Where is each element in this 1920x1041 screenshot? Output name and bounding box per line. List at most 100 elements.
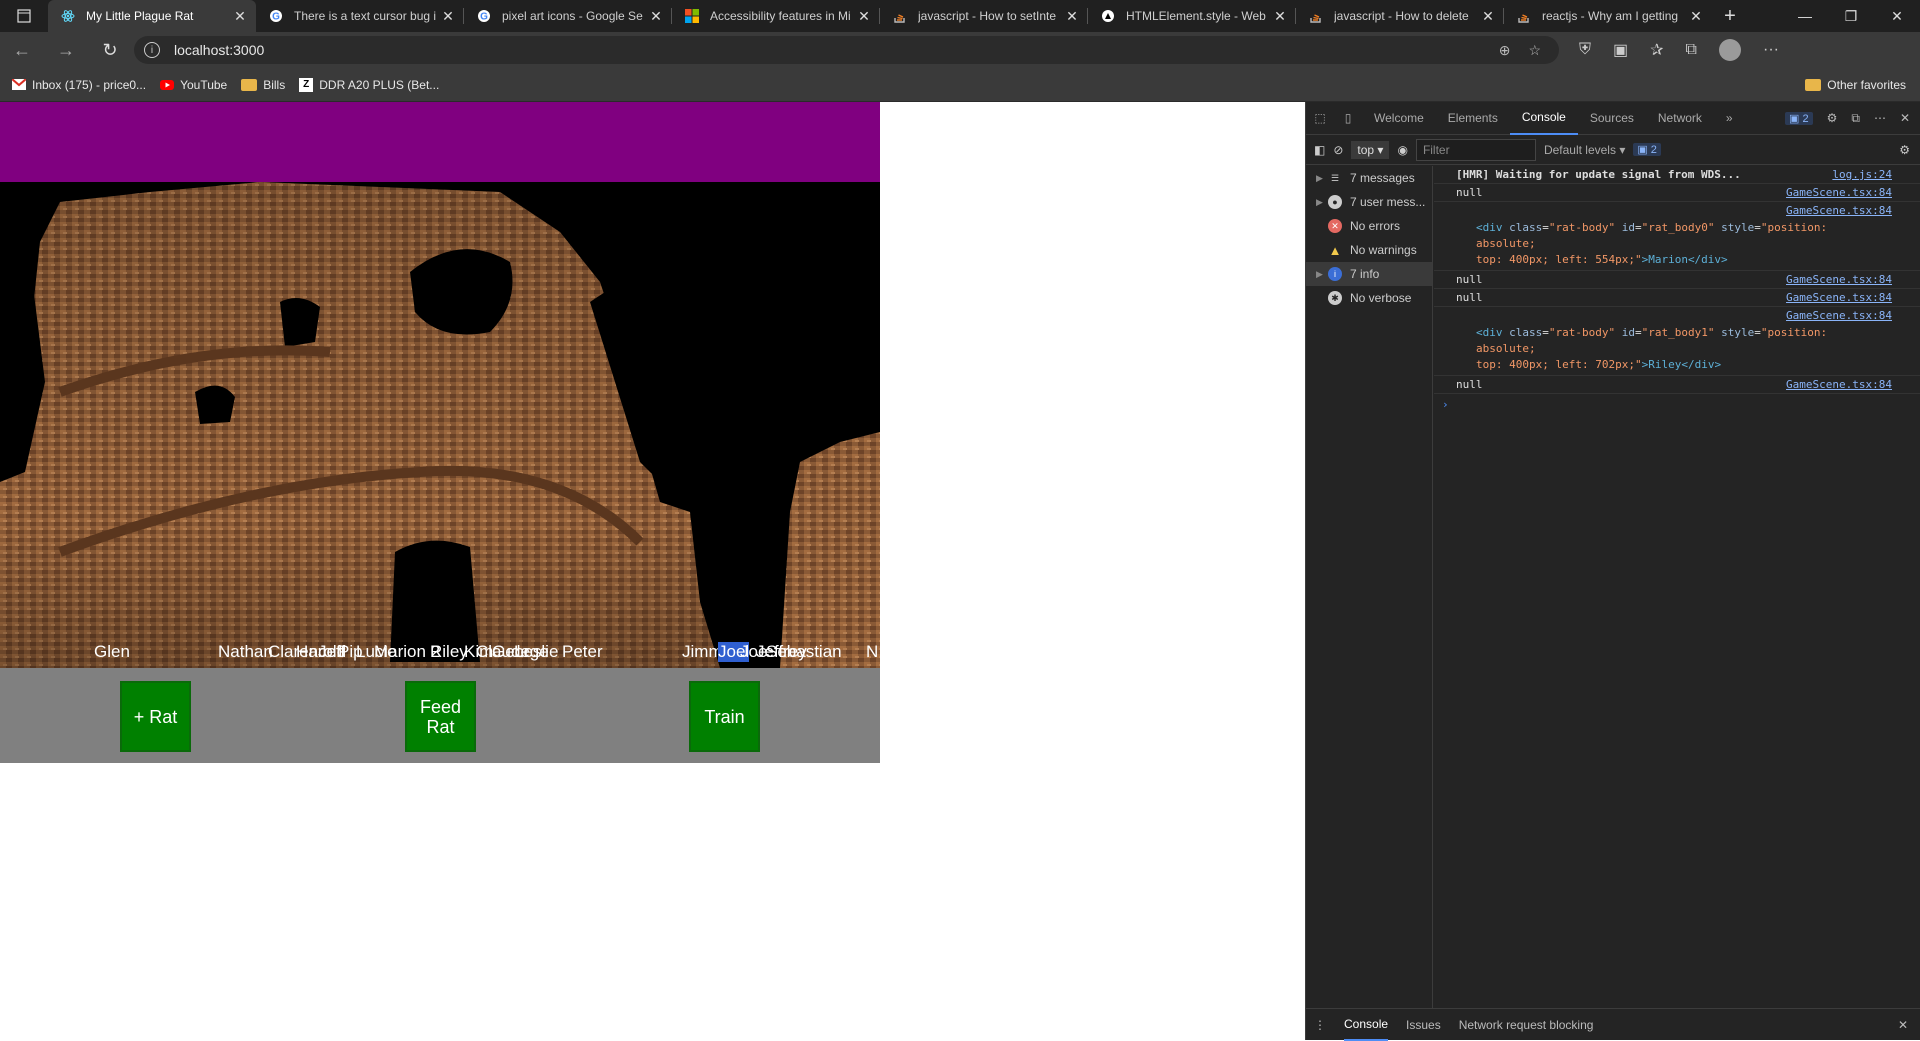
close-tab-icon[interactable]: ✕	[1480, 8, 1496, 25]
rat-name-label[interactable]: Nathan	[218, 642, 273, 662]
html-element-output[interactable]: <div class="rat-body" id="rat_body0" sty…	[1456, 220, 1892, 268]
refresh-button[interactable]: ↻	[88, 32, 132, 68]
rat-name-label[interactable]: Glen	[94, 642, 130, 662]
tab-elements[interactable]: Elements	[1436, 102, 1510, 135]
sidebar-item-info[interactable]: ▶ i 7 info	[1306, 262, 1432, 286]
rat-name-label[interactable]: Peter	[562, 642, 603, 662]
add-favorite-icon[interactable]: ☆	[1528, 42, 1541, 59]
sidebar-item-user-messages[interactable]: ▶ ● 7 user mess...	[1306, 190, 1432, 214]
sidebar-item-warnings[interactable]: ▲ No warnings	[1306, 238, 1432, 262]
add-rat-button[interactable]: + Rat	[120, 681, 191, 752]
tab-title: Accessibility features in Mi	[710, 9, 851, 23]
close-tab-icon[interactable]: ✕	[856, 8, 872, 25]
device-toolbar-icon[interactable]: ▯	[1334, 111, 1362, 125]
tab-network[interactable]: Network	[1646, 102, 1714, 135]
levels-dropdown[interactable]: Default levels ▾	[1544, 143, 1625, 157]
browser-tab[interactable]: reactjs - Why am I getting ✕	[1504, 0, 1712, 32]
more-menu-icon[interactable]: ···	[1763, 41, 1779, 59]
message-text: null	[1456, 291, 1483, 304]
close-tab-icon[interactable]: ✕	[1688, 8, 1704, 25]
bookmark-ddr[interactable]: Z DDR A20 PLUS (Bet...	[299, 77, 439, 92]
collections-icon[interactable]: ⧉	[1686, 41, 1697, 59]
sidebar-item-errors[interactable]: ✕ No errors	[1306, 214, 1432, 238]
close-tab-icon[interactable]: ✕	[1064, 8, 1080, 25]
live-expression-eye-icon[interactable]: ◉	[1397, 143, 1407, 157]
settings-gear-icon[interactable]: ⚙	[1827, 111, 1838, 125]
other-favorites[interactable]: Other favorites	[1805, 78, 1906, 92]
html-element-output[interactable]: <div class="rat-body" id="rat_body1" sty…	[1456, 325, 1892, 373]
avatar[interactable]	[1718, 39, 1741, 61]
info-icon[interactable]: i	[144, 42, 160, 58]
issues-badge[interactable]: ▣ 2	[1785, 111, 1813, 125]
tab-welcome[interactable]: Welcome	[1362, 102, 1436, 135]
close-tab-icon[interactable]: ✕	[440, 8, 456, 25]
zoom-icon[interactable]: ⊕	[1499, 42, 1511, 59]
drawer-tab-issues[interactable]: Issues	[1406, 1018, 1441, 1032]
close-window-icon[interactable]: ✕	[1874, 0, 1920, 32]
rat-name-label[interactable]: Leslie	[514, 642, 558, 662]
source-link[interactable]: GameScene.tsx:84	[1786, 186, 1892, 199]
rat-name-label[interactable]: Sebastian	[766, 642, 842, 662]
browser-tab[interactable]: G There is a text cursor bug i ✕	[256, 0, 464, 32]
console-settings-gear-icon[interactable]: ⚙	[1899, 143, 1910, 157]
source-link[interactable]: GameScene.tsx:84	[1786, 291, 1892, 304]
favorites-icon[interactable]: ✰	[1650, 40, 1663, 60]
source-link[interactable]: log.js:24	[1832, 168, 1892, 181]
drawer-tab-network-blocking[interactable]: Network request blocking	[1459, 1018, 1594, 1032]
filter-input[interactable]: Filter	[1415, 138, 1536, 161]
tab-sources[interactable]: Sources	[1578, 102, 1646, 135]
sidebar-toggle-icon[interactable]: ◧	[1314, 143, 1325, 157]
back-button[interactable]: ←	[0, 32, 44, 68]
attr-name: class	[1509, 326, 1543, 339]
more-options-icon[interactable]: ⋯	[1874, 111, 1886, 125]
browser-tab[interactable]: HTMLElement.style - Web ✕	[1088, 0, 1296, 32]
browser-tab[interactable]: My Little Plague Rat ✕	[48, 0, 256, 32]
console-message: null GameScene.tsx:84	[1434, 376, 1920, 394]
source-link[interactable]: GameScene.tsx:84	[1786, 273, 1892, 286]
drawer-menu-icon[interactable]: ⋮	[1314, 1018, 1326, 1032]
rat-name-label[interactable]: Riley	[430, 642, 468, 662]
close-tab-icon[interactable]: ✕	[232, 8, 248, 25]
console-prompt[interactable]: ›	[1434, 394, 1920, 411]
bookmark-gmail[interactable]: Inbox (175) - price0...	[12, 78, 146, 92]
restore-icon[interactable]: ❐	[1828, 0, 1874, 32]
close-tab-icon[interactable]: ✕	[648, 8, 664, 25]
inspect-element-icon[interactable]: ⬚	[1306, 111, 1334, 125]
console-message[interactable]: GameScene.tsx:84 <div class="rat-body" i…	[1434, 202, 1920, 271]
sidebar-item-messages[interactable]: ▶ ☰ 7 messages	[1306, 166, 1432, 190]
browser-tab[interactable]: G pixel art icons - Google Se ✕	[464, 0, 672, 32]
feed-rat-button[interactable]: Feed Rat	[405, 681, 476, 752]
clear-console-icon[interactable]: ⊘	[1333, 143, 1343, 157]
source-link[interactable]: GameScene.tsx:84	[1786, 204, 1892, 217]
url-field[interactable]: i localhost:3000 ⊕ ☆	[134, 36, 1559, 64]
close-devtools-icon[interactable]: ✕	[1900, 111, 1910, 125]
tab-console[interactable]: Console	[1509, 102, 1578, 135]
tab-actions-button[interactable]	[0, 0, 48, 32]
browser-tab[interactable]: javascript - How to setInte ✕	[880, 0, 1088, 32]
back-arrow-icon: ←	[13, 39, 31, 60]
console-message[interactable]: GameScene.tsx:84 <div class="rat-body" i…	[1434, 307, 1920, 376]
extension-icon[interactable]: ▣	[1613, 40, 1628, 60]
close-tab-icon[interactable]: ✕	[1272, 8, 1288, 25]
minimize-icon[interactable]: —	[1782, 0, 1828, 32]
dock-icon[interactable]: ⧉	[1851, 111, 1860, 126]
more-tabs-icon[interactable]: »	[1714, 102, 1745, 135]
close-drawer-icon[interactable]: ✕	[1898, 1018, 1908, 1032]
forward-button[interactable]: →	[44, 32, 88, 68]
browser-tab[interactable]: Accessibility features in Mi ✕	[672, 0, 880, 32]
bookmark-youtube[interactable]: YouTube	[160, 78, 227, 92]
source-link[interactable]: GameScene.tsx:84	[1786, 378, 1892, 391]
source-link[interactable]: GameScene.tsx:84	[1786, 309, 1892, 322]
bookmark-bills[interactable]: Bills	[241, 78, 285, 92]
issues-badge[interactable]: ▣ 2	[1633, 143, 1661, 156]
shield-extension-icon[interactable]: ⛨	[1579, 41, 1591, 59]
sidebar-item-verbose[interactable]: ✱ No verbose	[1306, 286, 1432, 310]
drawer-tab-console[interactable]: Console	[1344, 1009, 1389, 1041]
issue-count: 2	[1802, 112, 1809, 125]
context-select[interactable]: top ▾	[1351, 140, 1390, 159]
new-tab-button[interactable]: +	[1712, 0, 1748, 32]
browser-tab[interactable]: javascript - How to delete ✕	[1296, 0, 1504, 32]
train-button[interactable]: Train	[689, 681, 760, 752]
rat-name-label[interactable]: N	[866, 642, 880, 662]
attr-name: class	[1509, 221, 1543, 234]
